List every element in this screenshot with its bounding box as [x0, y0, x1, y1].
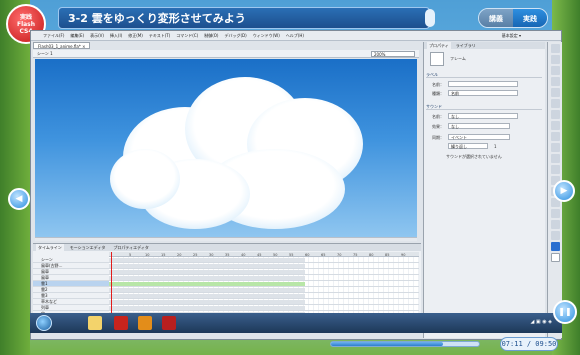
- menu-insert[interactable]: 挿入(I): [110, 33, 122, 39]
- time-display: 07:11 / 09:50: [500, 337, 558, 351]
- brush-tool-icon[interactable]: [550, 154, 560, 163]
- pencil-tool-icon[interactable]: [550, 143, 560, 152]
- start-orb-icon[interactable]: [36, 315, 52, 331]
- pen-tool-icon[interactable]: [550, 99, 560, 108]
- effect-select[interactable]: なし: [448, 123, 510, 129]
- zoom-tool-icon[interactable]: [550, 231, 560, 240]
- frame-type-label: フレーム: [450, 56, 466, 61]
- sound-section-header[interactable]: サウンド: [426, 104, 542, 110]
- lecture-tab[interactable]: 講義: [479, 9, 513, 27]
- menu-commands[interactable]: コマンド(C): [176, 33, 198, 39]
- tab-property-editor[interactable]: プロパティエディタ: [111, 244, 150, 251]
- scene-bar: シーン 1: [33, 50, 419, 58]
- sound-name-label: 名前：: [432, 114, 444, 119]
- flash-app-icon[interactable]: [114, 316, 128, 330]
- menu-window[interactable]: ウィンドウ(W): [253, 33, 280, 39]
- illustrator-icon[interactable]: [138, 316, 152, 330]
- 3d-rotation-tool-icon[interactable]: [550, 77, 560, 86]
- layer-name: 雲1: [41, 281, 48, 286]
- tab-motion-editor[interactable]: モーションエディタ: [68, 244, 108, 251]
- workspace-switcher[interactable]: 基本設定 ▾: [502, 33, 521, 39]
- menu-file[interactable]: ファイル(F): [43, 33, 64, 39]
- scene-label[interactable]: シーン 1: [37, 51, 53, 56]
- flash-app-window: ファイル(F) 編集(E) 表示(V) 挿入(I) 修正(M) テキスト(T) …: [30, 30, 562, 340]
- effect-label: 効果：: [432, 124, 444, 129]
- stroke-color-swatch[interactable]: [550, 242, 560, 251]
- sound-name-select[interactable]: なし: [448, 113, 518, 119]
- menu-modify[interactable]: 修正(M): [128, 33, 143, 39]
- sync-label: 同期：: [432, 135, 444, 140]
- seek-progress: [331, 342, 444, 346]
- tab-properties[interactable]: プロパティ: [427, 42, 451, 49]
- deco-tool-icon[interactable]: [550, 165, 560, 174]
- label-section-header[interactable]: ラベル: [426, 72, 542, 78]
- lasso-tool-icon[interactable]: [550, 88, 560, 97]
- zoom-select[interactable]: 200%: [371, 51, 415, 57]
- previous-button[interactable]: ◀: [8, 188, 30, 210]
- system-tray: ◢ ▣ ◉ ◈: [530, 319, 552, 325]
- repeat-count[interactable]: 1: [494, 144, 497, 149]
- repeat-select[interactable]: 繰り返し: [448, 143, 488, 149]
- layer-name: 列車: [41, 305, 49, 310]
- seek-bar[interactable]: [330, 341, 480, 347]
- explorer-icon[interactable]: [88, 316, 102, 330]
- layer-list: シーン 風車(古野… 風車 風車 雲1 雲2 雲3 草木など 列車 空: [33, 257, 109, 317]
- menu-bar: ファイル(F) 編集(E) 表示(V) 挿入(I) 修正(M) テキスト(T) …: [31, 31, 561, 41]
- fill-color-swatch[interactable]: [550, 253, 560, 262]
- menu-text[interactable]: テキスト(T): [149, 33, 170, 39]
- stage-horizontal-scrollbar[interactable]: [35, 237, 417, 241]
- document-tab[interactable]: Flash03_1_anime.fla* ×: [33, 42, 91, 49]
- next-button[interactable]: ▶: [553, 180, 575, 202]
- windows-taskbar: ◢ ▣ ◉ ◈: [30, 313, 562, 333]
- layer-name: 雲2: [41, 287, 48, 292]
- free-transform-tool-icon[interactable]: [550, 66, 560, 75]
- sync-select[interactable]: イベント: [448, 134, 510, 140]
- layer-name: 風車: [41, 269, 49, 274]
- menu-control[interactable]: 制御(O): [204, 33, 218, 39]
- tab-timeline[interactable]: タイムライン: [36, 244, 64, 251]
- practice-tab[interactable]: 実践: [513, 9, 547, 27]
- background-left-trees: [0, 0, 30, 355]
- selection-tool-icon[interactable]: [550, 44, 560, 53]
- menu-edit[interactable]: 編集(E): [70, 33, 84, 39]
- line-tool-icon[interactable]: [550, 121, 560, 130]
- hand-tool-icon[interactable]: [550, 220, 560, 229]
- title-band-knob: [425, 9, 435, 27]
- menu-view[interactable]: 表示(V): [90, 33, 104, 39]
- pause-button[interactable]: ❚❚: [553, 300, 577, 324]
- type-select[interactable]: 名前: [448, 90, 518, 96]
- stage-canvas[interactable]: [35, 59, 417, 237]
- layer-name: 風車: [41, 275, 49, 280]
- layer-name: シーン: [41, 257, 53, 262]
- eraser-tool-icon[interactable]: [550, 209, 560, 218]
- layer-name: 草木など: [41, 299, 57, 304]
- text-tool-icon[interactable]: [550, 110, 560, 119]
- frame-grid[interactable]: [109, 257, 419, 317]
- properties-panel: プロパティ ライブラリ フレーム ラベル 名前： 種類： 名前 サウンド 名前：…: [423, 42, 545, 338]
- logo-line-1: 実践: [19, 14, 32, 21]
- rectangle-tool-icon[interactable]: [550, 132, 560, 141]
- type-label: 種類：: [432, 91, 444, 96]
- layer-name: 風車(古野…: [41, 263, 63, 268]
- timeline-tabs: タイムライン モーションエディタ プロパティエディタ: [33, 244, 421, 251]
- video-player-controls: 07:11 / 09:50: [330, 336, 570, 352]
- name-label: 名前：: [432, 82, 444, 87]
- layer-name: 雲3: [41, 293, 48, 298]
- name-field[interactable]: [448, 81, 518, 87]
- acrobat-icon[interactable]: [162, 316, 176, 330]
- sound-status-text: サウンドが選択されていません: [446, 154, 502, 159]
- playhead[interactable]: [111, 252, 112, 322]
- cloud-shape[interactable]: [35, 59, 417, 237]
- menu-debug[interactable]: デバッグ(D): [224, 33, 246, 39]
- menu-help[interactable]: ヘルプ(H): [286, 33, 304, 39]
- properties-tabs: プロパティ ライブラリ: [424, 42, 545, 49]
- logo-line-2: Flash: [16, 21, 36, 28]
- subselection-tool-icon[interactable]: [550, 55, 560, 64]
- lesson-title: 3-2 雲をゆっくり変形させてみよう: [68, 12, 246, 25]
- frame-icon: [430, 52, 444, 66]
- tab-library[interactable]: ライブラリ: [454, 42, 478, 49]
- mode-toggle: 講義 実践: [478, 8, 548, 28]
